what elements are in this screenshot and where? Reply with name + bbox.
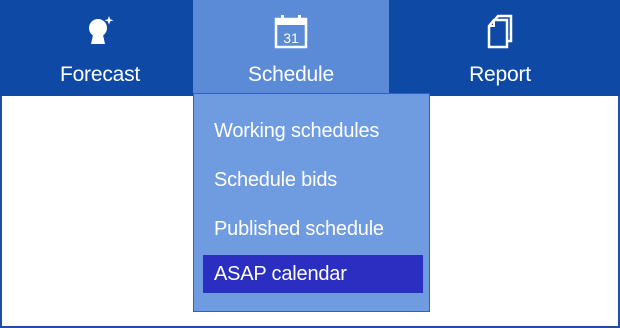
nav-report[interactable]: Report — [425, 0, 575, 96]
nav-forecast-label: Forecast — [59, 63, 141, 86]
nav-forecast[interactable]: Forecast — [30, 0, 170, 96]
top-navbar: Forecast 31 Schedule Report — [0, 0, 620, 96]
nav-schedule[interactable]: 31 Schedule — [193, 0, 389, 96]
menu-item-working-schedules[interactable]: Working schedules — [203, 112, 423, 150]
schedule-dropdown-menu: Working schedules Schedule bids Publishe… — [193, 93, 430, 312]
forecast-icon — [30, 14, 170, 50]
menu-item-asap-calendar[interactable]: ASAP calendar — [203, 255, 423, 293]
nav-report-label: Report — [469, 63, 531, 86]
menu-item-published-schedule[interactable]: Published schedule — [203, 210, 423, 248]
calendar-icon: 31 — [193, 14, 389, 50]
report-icon — [425, 14, 575, 50]
calendar-icon-day: 31 — [283, 30, 299, 46]
nav-schedule-label: Schedule — [248, 63, 334, 86]
menu-item-schedule-bids[interactable]: Schedule bids — [203, 161, 423, 199]
